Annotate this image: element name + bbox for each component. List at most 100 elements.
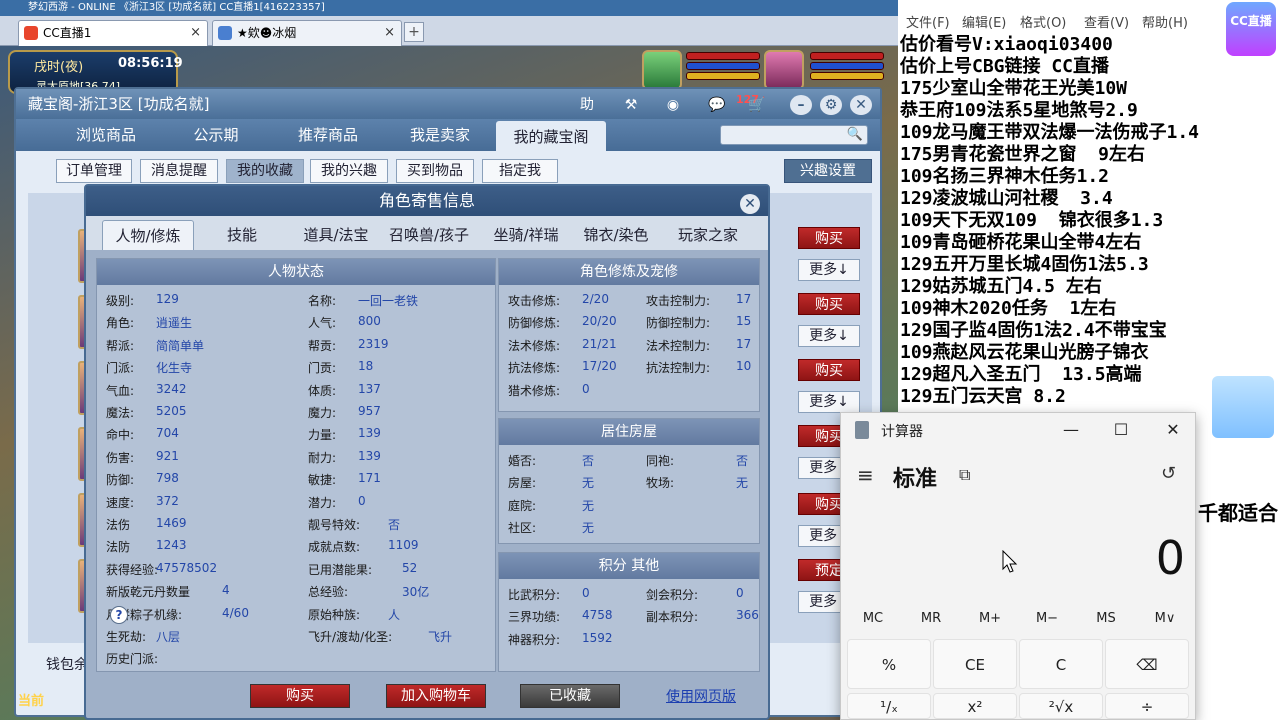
sub-bought[interactable]: 买到物品 — [396, 159, 474, 183]
add-to-cart-button[interactable]: 加入购物车 — [386, 684, 486, 708]
nav-tab-public[interactable]: 公示期 — [176, 119, 256, 151]
menu-view[interactable]: 查看(V) — [1084, 12, 1129, 31]
house-label: 房屋: — [508, 476, 537, 491]
nav-tab-seller[interactable]: 我是卖家 — [390, 119, 490, 151]
window-title-strip: 梦幻西游 - ONLINE 《浙江3区 [功成名就] CC直播1[4162233… — [0, 0, 898, 16]
role-tabs: 人物/修炼 技能 道具/法宝 召唤兽/孩子 坐骑/祥瑞 锦衣/染色 玩家之家 — [86, 216, 768, 250]
status-value: 飞升 — [428, 630, 453, 644]
window-close-button[interactable]: ✕ — [1153, 417, 1193, 443]
close-tab-icon[interactable]: × — [384, 21, 395, 45]
house-label: 婚否: — [508, 454, 537, 468]
web-version-link[interactable]: 使用网页版 — [666, 686, 736, 706]
sub-favorites[interactable]: 我的收藏 — [226, 159, 304, 183]
notepad-line: 109龙马魔王带双法爆一法伤戒子1.4 — [900, 122, 1200, 143]
notepad-line: 109青岛砸桥花果山全带4左右 — [900, 232, 1142, 253]
house-label: 庭院: — [508, 498, 537, 513]
backspace-key[interactable]: ⌫ — [1105, 639, 1189, 689]
menu-file[interactable]: 文件(F) — [906, 12, 950, 31]
memory-store-button[interactable]: MS — [1078, 611, 1134, 626]
menu-format[interactable]: 格式(O) — [1020, 12, 1066, 31]
search-icon[interactable]: 🔍 — [847, 127, 863, 142]
footer-buy-button[interactable]: 购买 — [250, 684, 350, 708]
memory-subtract-button[interactable]: M− — [1019, 611, 1075, 626]
role-tab-skills[interactable]: 技能 — [210, 220, 274, 250]
house-value: 否 — [736, 454, 749, 468]
calculator-title: 计算器 — [881, 424, 923, 440]
settings-icon[interactable]: ⚙ — [820, 95, 842, 115]
wallet-balance-label: 钱包余 — [46, 657, 88, 673]
history-icon[interactable]: ↺ — [1161, 463, 1176, 484]
notepad-line: 129国子监4固伤1法2.4不带宝宝 — [900, 320, 1167, 341]
interest-settings-button[interactable]: 兴趣设置 — [784, 159, 872, 183]
sub-interests[interactable]: 我的兴趣 — [310, 159, 388, 183]
house-value: 无 — [582, 476, 595, 491]
keep-on-top-icon[interactable]: ⧉ — [959, 465, 970, 485]
cart-icon[interactable]: 🛒 — [746, 95, 768, 115]
status-value: 129 — [156, 292, 179, 306]
notepad-text[interactable]: 估价看号V:xiaoqi03400 估价上号CBG链接 CC直播 175少室山全带花… — [900, 34, 1278, 408]
nav-tab-recommend[interactable]: 推荐商品 — [278, 119, 378, 151]
clear-entry-key[interactable]: CE — [933, 639, 1017, 689]
cultivation-value: 10 — [736, 359, 752, 374]
role-tab-character[interactable]: 人物/修炼 — [102, 220, 194, 250]
cultivation-label: 法术修炼: — [508, 338, 561, 353]
buy-button[interactable]: 购买 — [798, 359, 860, 381]
chat-icon[interactable]: 💬 — [706, 95, 728, 115]
notepad-line: 109天下无双109 锦衣很多1.3 — [900, 210, 1164, 231]
help-button[interactable]: 助 — [576, 95, 598, 115]
sub-designated[interactable]: 指定我 — [482, 159, 558, 183]
sub-order-manage[interactable]: 订单管理 — [56, 159, 132, 183]
role-tab-home[interactable]: 玩家之家 — [666, 220, 750, 250]
status-label: 伤害: — [106, 450, 135, 465]
hamburger-menu-icon[interactable]: ≡ — [857, 463, 874, 487]
close-tab-icon[interactable]: × — [190, 21, 201, 45]
role-close-icon[interactable]: ✕ — [740, 194, 760, 214]
window-maximize-button[interactable]: ☐ — [1101, 417, 1141, 443]
memory-recall-button[interactable]: MR — [903, 611, 959, 626]
percent-key[interactable]: % — [847, 639, 931, 689]
buy-button[interactable]: 购买 — [798, 293, 860, 315]
calculator-mode: 标准 — [893, 467, 938, 492]
square-key[interactable]: x² — [933, 693, 1017, 719]
browser-tab-cc[interactable]: CC直播1 × — [18, 20, 208, 46]
window-minimize-button[interactable]: — — [1051, 417, 1091, 443]
status-value: 372 — [156, 493, 179, 508]
help-circle-icon[interactable]: ? — [110, 606, 128, 624]
browser-tab-game[interactable]: ★欸☻冰烟 × — [212, 20, 402, 46]
sqrt-key[interactable]: ²√x — [1019, 693, 1103, 719]
minimize-icon[interactable]: – — [790, 95, 812, 115]
calculator-window: 计算器 — ☐ ✕ ≡ 标准 ⧉ ↺ 0 MC MR M+ M− MS M∨ %… — [840, 412, 1196, 720]
close-icon[interactable]: ✕ — [850, 95, 872, 115]
buy-button[interactable]: 购买 — [798, 227, 860, 249]
notepad-line: 175少室山全带花王光美10W — [900, 78, 1128, 99]
hammer-icon[interactable]: ⚒ — [620, 95, 642, 115]
role-tab-mounts[interactable]: 坐骑/祥瑞 — [482, 220, 570, 250]
menu-help[interactable]: 帮助(H) — [1142, 12, 1188, 31]
cc-favicon-icon — [24, 26, 38, 40]
memory-list-button[interactable]: M∨ — [1137, 611, 1193, 626]
scores-label: 比武积分: — [508, 588, 561, 602]
nav-tab-my-cbg[interactable]: 我的藏宝阁 — [496, 121, 606, 151]
role-tab-outfits[interactable]: 锦衣/染色 — [574, 220, 658, 250]
clear-key[interactable]: C — [1019, 639, 1103, 689]
role-tab-items[interactable]: 道具/法宝 — [290, 220, 382, 250]
record-icon[interactable]: ◉ — [662, 95, 684, 115]
menu-edit[interactable]: 编辑(E) — [962, 12, 1006, 31]
more-button[interactable]: 更多↓ — [798, 391, 860, 413]
sub-messages[interactable]: 消息提醒 — [140, 159, 218, 183]
memory-clear-button[interactable]: MC — [845, 611, 901, 626]
role-tab-pets[interactable]: 召唤兽/孩子 — [382, 220, 476, 250]
search-input[interactable]: 🔍 — [720, 125, 868, 145]
browser-tabbar: CC直播1 × ★欸☻冰烟 × + — [0, 16, 898, 46]
more-button[interactable]: 更多↓ — [798, 325, 860, 347]
status-value: 八层 — [156, 630, 181, 644]
pet-portrait[interactable] — [642, 50, 682, 90]
divide-key[interactable]: ÷ — [1105, 693, 1189, 719]
reciprocal-key[interactable]: ¹/ₓ — [847, 693, 931, 719]
memory-add-button[interactable]: M+ — [962, 611, 1018, 626]
collected-button[interactable]: 已收藏 — [520, 684, 620, 708]
nav-tab-browse[interactable]: 浏览商品 — [56, 119, 156, 151]
new-tab-button[interactable]: + — [404, 22, 424, 42]
more-button[interactable]: 更多↓ — [798, 259, 860, 281]
player-portrait[interactable] — [764, 50, 804, 90]
